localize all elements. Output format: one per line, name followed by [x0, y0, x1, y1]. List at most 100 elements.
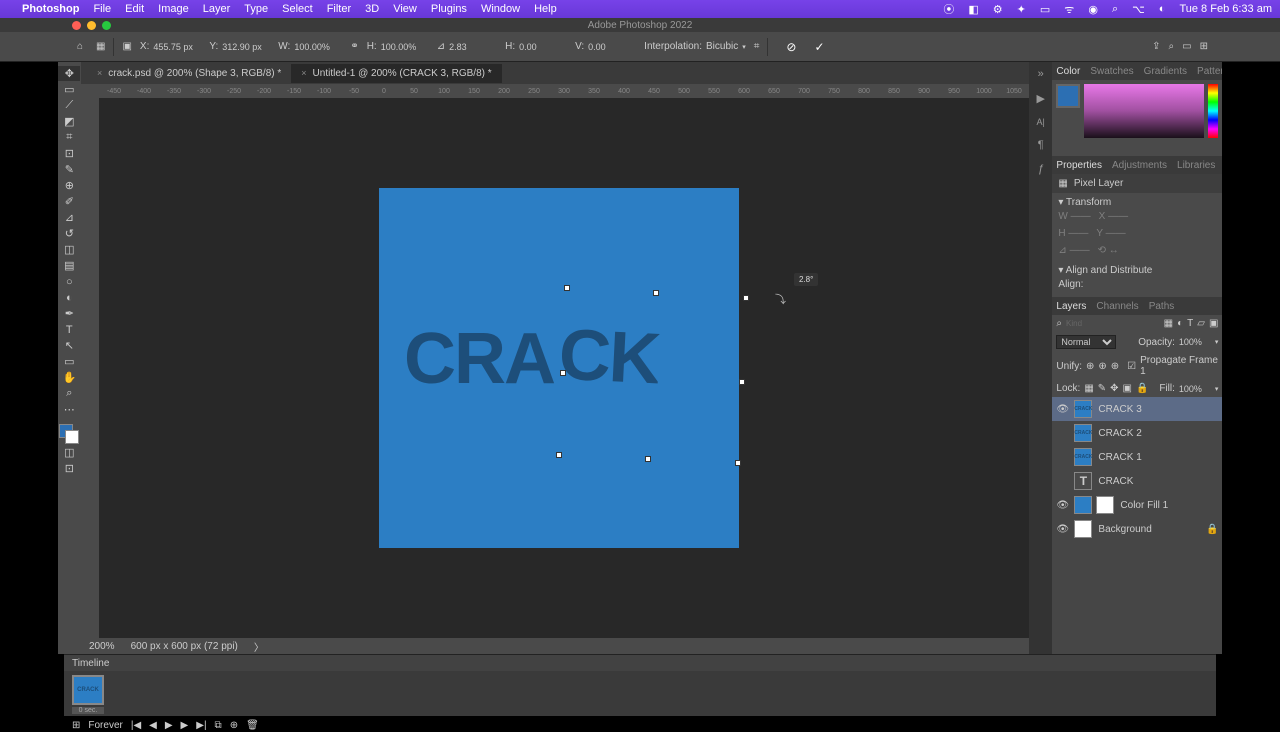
history-brush-tool[interactable]: ↺: [58, 226, 80, 241]
home-icon[interactable]: ⌂: [72, 39, 88, 55]
fill-field[interactable]: [1179, 384, 1211, 394]
stamp-tool[interactable]: ⊿: [58, 210, 80, 225]
layer-row[interactable]: 👁Background🔒: [1052, 517, 1222, 541]
crop-tool[interactable]: ⌗: [58, 130, 80, 145]
eyedropper-tool[interactable]: ✎: [58, 162, 80, 177]
layer-name[interactable]: CRACK: [1098, 476, 1133, 487]
unify-icon[interactable]: ⊕: [1098, 361, 1106, 372]
unify-icon[interactable]: ⊕: [1086, 361, 1094, 372]
control-center-icon[interactable]: ⌥: [1132, 3, 1145, 16]
layer-name[interactable]: Background: [1098, 524, 1151, 535]
search-icon[interactable]: ⌕: [1112, 3, 1118, 16]
status-icon[interactable]: ◧: [968, 3, 978, 16]
layer-name[interactable]: CRACK 2: [1098, 428, 1141, 439]
tab-properties[interactable]: Properties: [1056, 160, 1102, 171]
menu-plugins[interactable]: Plugins: [431, 3, 467, 15]
cancel-transform-button[interactable]: ⊘: [786, 40, 796, 54]
transform-handle[interactable]: [556, 452, 562, 458]
last-frame-icon[interactable]: ▶|: [196, 720, 206, 731]
menu-type[interactable]: Type: [244, 3, 268, 15]
brush-tool[interactable]: ✐: [58, 194, 80, 209]
tab-adjustments[interactable]: Adjustments: [1112, 160, 1167, 171]
panel-icon[interactable]: A|: [1037, 117, 1045, 127]
opacity-field[interactable]: [1179, 337, 1211, 347]
layer-thumbnail[interactable]: [1074, 496, 1092, 514]
layer-row[interactable]: CRACK CRACK 2: [1052, 421, 1222, 445]
blend-mode-select[interactable]: Normal: [1056, 335, 1116, 349]
status-icon[interactable]: ✦: [1017, 3, 1026, 16]
convert-timeline-icon[interactable]: ⊞: [72, 720, 80, 731]
panel-icon[interactable]: ¶: [1038, 139, 1044, 151]
type-tool[interactable]: T: [58, 322, 80, 337]
loop-select[interactable]: Forever: [88, 720, 122, 731]
frame-tool[interactable]: ⊡: [58, 146, 80, 161]
tab-paths[interactable]: Paths: [1149, 301, 1175, 312]
transform-handle[interactable]: [735, 460, 741, 466]
workspace-icon[interactable]: ▭: [1182, 41, 1191, 52]
menu-view[interactable]: View: [393, 3, 417, 15]
y-field[interactable]: [222, 42, 270, 52]
lock-icon[interactable]: ▣: [1123, 383, 1132, 394]
transform-handle[interactable]: [743, 295, 749, 301]
frame-duration[interactable]: 0 sec.: [72, 707, 104, 714]
menu-3d[interactable]: 3D: [365, 3, 379, 15]
color-picker-field[interactable]: [1084, 84, 1204, 138]
close-window-button[interactable]: [72, 21, 81, 30]
filter-adj-icon[interactable]: ◐: [1177, 318, 1183, 329]
quickmask-tool[interactable]: ◫: [58, 445, 80, 460]
layer-thumbnail[interactable]: [1074, 520, 1092, 538]
transform-handle[interactable]: [560, 370, 566, 376]
play-icon[interactable]: ▶: [165, 720, 173, 731]
visibility-toggle[interactable]: 👁: [1056, 404, 1068, 415]
layer-row[interactable]: CRACKCRACK 1: [1052, 445, 1222, 469]
lock-all-icon[interactable]: 🔒: [1136, 383, 1148, 394]
tab-layers[interactable]: Layers: [1056, 301, 1086, 312]
visibility-toggle[interactable]: 👁: [1056, 524, 1068, 535]
menubar-clock[interactable]: Tue 8 Feb 6:33 am: [1179, 3, 1272, 15]
align-section-label[interactable]: ▾ Align and Distribute: [1058, 265, 1216, 276]
transform-handle[interactable]: [564, 285, 570, 291]
status-icon[interactable]: ⦿: [943, 1, 954, 17]
status-icon[interactable]: ⚙: [993, 3, 1003, 16]
h-field[interactable]: [381, 42, 429, 52]
screenmode-tool[interactable]: ⊡: [58, 461, 80, 476]
healing-tool[interactable]: ⊕: [58, 178, 80, 193]
layer-row[interactable]: 👁CRACKCRACK 3: [1052, 397, 1222, 421]
gradient-tool[interactable]: ▤: [58, 258, 80, 273]
hand-tool[interactable]: ✋: [58, 370, 80, 385]
panel-icon[interactable]: ƒ: [1038, 163, 1044, 175]
hue-slider[interactable]: [1208, 84, 1218, 138]
timeline-frame-1[interactable]: CRACK: [72, 675, 104, 705]
filter-type-icon[interactable]: T: [1187, 318, 1193, 329]
menu-edit[interactable]: Edit: [125, 3, 144, 15]
next-frame-icon[interactable]: ▶: [181, 720, 189, 731]
foreground-color-swatch[interactable]: [1056, 84, 1080, 108]
blur-tool[interactable]: ○: [58, 274, 80, 289]
status-icon[interactable]: ▭: [1040, 3, 1050, 16]
zoom-level[interactable]: 200%: [89, 641, 115, 652]
menu-select[interactable]: Select: [282, 3, 313, 15]
layer-row[interactable]: T CRACK: [1052, 469, 1222, 493]
hskew-field[interactable]: [519, 42, 567, 52]
menu-layer[interactable]: Layer: [203, 3, 231, 15]
unify-icon[interactable]: ⊕: [1111, 361, 1119, 372]
vskew-field[interactable]: [588, 42, 636, 52]
delete-frame-icon[interactable]: 🗑: [246, 720, 259, 731]
prev-frame-icon[interactable]: ◀: [149, 720, 157, 731]
wifi-icon[interactable]: ᯤ: [1064, 2, 1074, 17]
menu-file[interactable]: File: [93, 3, 111, 15]
tab-gradients[interactable]: Gradients: [1144, 66, 1187, 77]
warp-icon[interactable]: ⌗: [754, 41, 760, 52]
zoom-tool[interactable]: ⌕: [58, 386, 80, 401]
shape-tool[interactable]: ▭: [58, 354, 80, 369]
transform-handle[interactable]: [653, 290, 659, 296]
first-frame-icon[interactable]: |◀: [131, 720, 141, 731]
layer-thumbnail[interactable]: CRACK: [1074, 400, 1092, 418]
layer-thumbnail[interactable]: T: [1074, 472, 1092, 490]
menu-help[interactable]: Help: [534, 3, 557, 15]
siri-icon[interactable]: ◐: [1159, 3, 1166, 15]
filter-smart-icon[interactable]: ▣: [1209, 318, 1218, 329]
x-field[interactable]: [153, 42, 201, 52]
layer-thumbnail[interactable]: CRACK: [1074, 424, 1092, 442]
layer-name[interactable]: CRACK 1: [1098, 452, 1141, 463]
